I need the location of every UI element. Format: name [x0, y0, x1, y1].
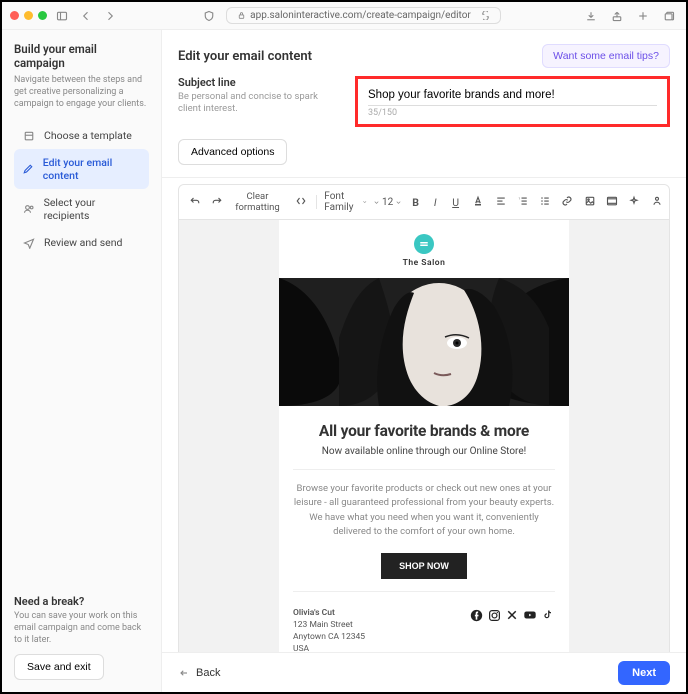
sidebar-item-label: Review and send	[44, 236, 122, 249]
ordered-list-icon[interactable]: 1	[513, 193, 529, 212]
subject-counter: 35/150	[368, 108, 657, 118]
sidebar-title: Build your email campaign	[14, 42, 149, 70]
clear-format-button[interactable]: Clear formatting	[230, 189, 286, 215]
salon-name: The Salon	[279, 258, 569, 268]
traffic-lights	[10, 11, 47, 20]
youtube-icon[interactable]	[523, 608, 537, 622]
svg-text:1: 1	[518, 196, 520, 200]
save-exit-button[interactable]: Save and exit	[14, 654, 104, 680]
tabs-icon[interactable]	[660, 7, 678, 25]
editor-toolbar: Clear formatting Font Family 12 B I U 1	[179, 185, 669, 220]
advanced-options-button[interactable]: Advanced options	[178, 139, 287, 165]
users-icon	[22, 203, 36, 215]
shield-icon[interactable]	[200, 7, 218, 25]
email-tips-button[interactable]: Want some email tips?	[542, 44, 670, 68]
break-title: Need a break?	[14, 595, 149, 608]
salon-logo-icon	[414, 234, 434, 254]
minimize-window[interactable]	[24, 11, 33, 20]
sidebar-toggle-icon[interactable]	[53, 7, 71, 25]
sidebar-subtitle: Navigate between the steps and get creat…	[14, 74, 149, 110]
tiktok-icon[interactable]	[541, 608, 555, 622]
back-button[interactable]: Back	[178, 667, 220, 679]
italic-icon[interactable]: I	[428, 194, 442, 211]
browser-titlebar: app.saloninteractive.com/create-campaign…	[2, 2, 686, 30]
subject-help: Be personal and concise to spark client …	[178, 91, 343, 116]
share-icon[interactable]	[608, 7, 626, 25]
sidebar-item-review[interactable]: Review and send	[14, 229, 149, 256]
sidebar: Build your email campaign Navigate betwe…	[2, 30, 162, 692]
business-address: Olivia's Cut 123 Main Street Anytown CA …	[293, 608, 365, 652]
undo-icon[interactable]	[185, 193, 201, 212]
media-icon[interactable]	[602, 193, 618, 212]
template-icon	[22, 130, 36, 142]
image-icon[interactable]	[580, 193, 596, 212]
align-icon[interactable]	[491, 193, 507, 212]
maximize-window[interactable]	[38, 11, 47, 20]
bullet-list-icon[interactable]	[535, 193, 551, 212]
sidebar-item-label: Select your recipients	[44, 196, 141, 222]
subject-highlight: 35/150	[355, 76, 670, 127]
bottom-bar: Back Next	[162, 652, 686, 692]
font-family-select[interactable]: Font Family	[324, 191, 367, 213]
text-color-icon[interactable]	[468, 193, 484, 212]
main-panel: Edit your email content Want some email …	[162, 30, 686, 692]
sidebar-item-recipients[interactable]: Select your recipients	[14, 189, 149, 229]
next-button[interactable]: Next	[618, 661, 670, 685]
nav-forward-icon[interactable]	[101, 7, 119, 25]
close-window[interactable]	[10, 11, 19, 20]
url-bar[interactable]: app.saloninteractive.com/create-campaign…	[226, 7, 501, 24]
facebook-icon[interactable]	[469, 608, 483, 622]
new-tab-icon[interactable]	[634, 7, 652, 25]
x-twitter-icon[interactable]	[505, 608, 519, 622]
code-icon[interactable]	[291, 193, 307, 212]
nav-back-icon[interactable]	[77, 7, 95, 25]
link-icon[interactable]	[557, 193, 573, 212]
send-icon	[22, 237, 36, 249]
sidebar-item-template[interactable]: Choose a template	[14, 122, 149, 149]
subject-input[interactable]	[368, 85, 657, 106]
editor: Clear formatting Font Family 12 B I U 1	[178, 184, 670, 652]
shop-now-button[interactable]: SHOP NOW	[381, 553, 467, 579]
hero-image	[279, 278, 569, 406]
sidebar-item-label: Choose a template	[44, 129, 132, 142]
bold-icon[interactable]: B	[408, 194, 422, 211]
merge-tag-icon[interactable]	[647, 193, 663, 212]
underline-icon[interactable]: U	[448, 194, 462, 211]
download-icon[interactable]	[582, 7, 600, 25]
url-text: app.saloninteractive.com/create-campaign…	[250, 10, 471, 21]
instagram-icon[interactable]	[487, 608, 501, 622]
ai-sparkle-icon[interactable]	[624, 193, 640, 212]
sidebar-item-label: Edit your email content	[43, 156, 141, 182]
page-title: Edit your email content	[178, 49, 312, 64]
email-preview[interactable]: The Salon	[279, 220, 569, 652]
font-size-select[interactable]: 12	[373, 197, 402, 208]
break-subtitle: You can save your work on this email cam…	[14, 610, 149, 646]
redo-icon[interactable]	[207, 193, 223, 212]
pencil-icon	[22, 163, 35, 175]
subject-label: Subject line	[178, 76, 343, 89]
email-subhead: Now available online through our Online …	[293, 446, 555, 457]
social-icons	[469, 608, 555, 622]
sidebar-item-edit-content[interactable]: Edit your email content	[14, 149, 149, 189]
email-headline: All your favorite brands & more	[293, 422, 555, 440]
email-paragraph: Browse your favorite products or check o…	[293, 482, 555, 539]
